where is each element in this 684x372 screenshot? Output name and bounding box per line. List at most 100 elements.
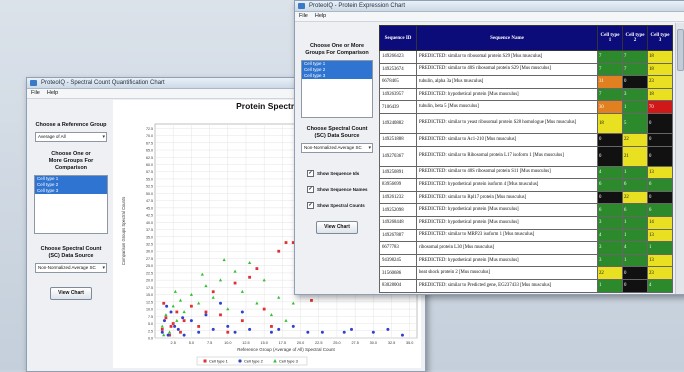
data-point [255,267,259,270]
count-cell-type-1: 0 [597,190,623,205]
y-tick-label: 45.0 [146,206,153,210]
show-spectral-counts-checkbox[interactable]: ✓ Show Spectral Counts [307,201,375,209]
data-point [233,281,237,285]
column-header[interactable]: Cell type 1 [597,25,623,51]
y-tick-label: 25.0 [146,264,153,268]
count-cell-type-2: 1 [622,228,648,243]
list-item[interactable]: Cell type 3 [302,73,372,79]
column-header[interactable]: Sequence ID [379,25,417,51]
count-cell-type-3: 0 [647,190,673,205]
count-cell-type-2: 0 [622,75,648,89]
sequence-name-cell: PREDICTED: similar to Ribosomal protein … [416,145,598,167]
data-point [233,330,237,334]
sequence-name-cell: tubulin, alpha 3a [Mus musculus] [416,75,598,89]
window-title: ProteoIQ - Spectral Count Quantification… [41,80,165,86]
count-cell-type-3: 13 [647,228,673,243]
sc-source-select[interactable]: Non-Normalized Average SC ▾ [35,263,107,273]
menu-help[interactable]: Help [315,12,326,21]
y-tick-label: 47.5 [146,199,153,203]
count-cell-type-2: 7 [622,50,648,64]
data-point [277,249,281,253]
table-row[interactable]: 149250891 PREDICTED: similar to 40S ribos… [379,165,673,180]
menu-file[interactable]: File [299,12,308,21]
y-tick-label: 27.5 [146,257,153,261]
sequence-id-cell: 149268448 [379,215,417,230]
y-tick-label: 57.5 [146,170,153,174]
table-row[interactable]: 149266423 PREDICTED: similar to ribosomal… [379,50,673,64]
table-row[interactable]: 149270367 PREDICTED: similar to Ribosomal… [379,145,673,167]
count-cell-type-2: 6 [622,178,648,192]
comparison-groups-list[interactable]: Cell type 1 Cell type 2 Cell type 3 [301,60,373,118]
sequence-name-cell: PREDICTED: similar to yeast ribosomal pr… [416,112,598,134]
data-point [169,310,173,314]
count-cell-type-1: 4 [597,165,623,180]
legend-label: Cell type 1 [209,359,229,364]
table-row[interactable]: 149261232 PREDICTED: similar to Rpl17 pro… [379,190,673,205]
count-cell-type-3: 6 [647,203,673,217]
column-header[interactable]: Cell type 3 [647,25,673,51]
y-tick-label: 52.5 [146,185,153,189]
table-scrollbar[interactable] [675,23,684,294]
data-point [197,325,201,328]
sequence-id-cell: 149267887 [379,228,417,243]
sc-source-select[interactable]: Non-Normalized Average SC ▾ [301,143,373,153]
table-row[interactable]: 94398245 PREDICTED: hypothetical protein … [379,253,673,268]
table-row[interactable]: 149240882 PREDICTED: similar to yeast rib… [379,112,673,134]
table-row[interactable]: 149267887 PREDICTED: similar to MRP23 iso… [379,228,673,243]
view-chart-button[interactable]: View Chart [50,287,92,300]
checkbox-checked-icon: ✓ [307,169,314,177]
count-cell-type-1: 22 [597,266,623,280]
y-tick-label: 32.5 [146,243,153,247]
count-cell-type-3: 0 [647,145,673,167]
reference-group-select[interactable]: Average of All ▾ [35,132,107,142]
count-cell-type-2: 7 [622,62,648,77]
count-cell-type-1: 0 [597,145,623,167]
y-tick-label: 37.5 [146,228,153,232]
table-row[interactable]: 83956699 PREDICTED: hypothetical protein … [379,178,673,192]
column-header[interactable]: Sequence Name [416,25,598,51]
y-tick-label: 10.0 [146,308,153,312]
reference-group-label: Choose a Reference Group [35,122,107,128]
list-item[interactable]: Cell type 3 [35,188,107,194]
table-row[interactable]: 149263957 PREDICTED: hypothetical protein… [379,87,673,102]
scrollbar-thumb[interactable] [677,29,684,71]
checkbox-checked-icon: ✓ [307,201,314,209]
data-point [179,330,182,334]
sequence-id-cell: 149240882 [379,112,417,134]
x-tick-label: 20.0 [297,341,304,345]
table-row[interactable]: 83028004 PREDICTED: similar to Predicted … [379,278,673,293]
y-tick-label: 50.0 [146,192,153,196]
table-row[interactable]: 149268448 PREDICTED: hypothetical protein… [379,215,673,230]
x-tick-label: 10.0 [224,341,231,345]
count-cell-type-3: 1 [647,241,673,255]
y-tick-label: 7.5 [148,315,153,319]
menu-file[interactable]: File [31,89,40,98]
count-cell-type-1: 18 [597,112,623,134]
sequence-id-cell: 149250891 [379,165,417,180]
table-row[interactable]: 149251888 PREDICTED: similar to Ac1-210 [… [379,132,673,147]
show-sequence-ids-checkbox[interactable]: ✓ Show Sequence Ids [307,169,375,177]
data-point [204,313,208,317]
show-sequence-names-checkbox[interactable]: ✓ Show Sequence Names [307,185,375,193]
menu-help[interactable]: Help [47,89,58,98]
count-cell-type-1: 6 [597,203,623,217]
count-cell-type-1: 7 [597,50,623,64]
table-row[interactable]: 31560686 heat shock protein 2 [Mus muscul… [379,266,673,280]
table-row[interactable]: 6677783 ribosomal protein L30 [Mus muscul… [379,241,673,255]
x-tick-label: 12.5 [242,341,249,345]
sequence-id-cell: 149252098 [379,203,417,217]
count-cell-type-2: 4 [622,241,648,255]
table-row[interactable]: 149253674 PREDICTED: similar to 40S ribos… [379,62,673,77]
x-tick-label: 5.0 [189,341,194,345]
view-chart-button[interactable]: View Chart [316,221,358,234]
count-cell-type-3: 6 [647,178,673,192]
reference-group-value: Average of All [38,134,66,139]
table-row[interactable]: 7106439 tubulin, beta 5 [Mus musculus] 30 1… [379,100,673,114]
app-icon [298,3,305,9]
table-row[interactable]: 149252098 PREDICTED: hypothetical protein… [379,203,673,217]
data-point [160,327,164,331]
table-row[interactable]: 6678465 tubulin, alpha 3a [Mus musculus] 3… [379,75,673,89]
comparison-groups-list[interactable]: Cell type 1 Cell type 2 Cell type 3 [34,175,108,234]
count-cell-type-3: 23 [647,266,673,280]
column-header[interactable]: Cell type 2 [622,25,648,51]
